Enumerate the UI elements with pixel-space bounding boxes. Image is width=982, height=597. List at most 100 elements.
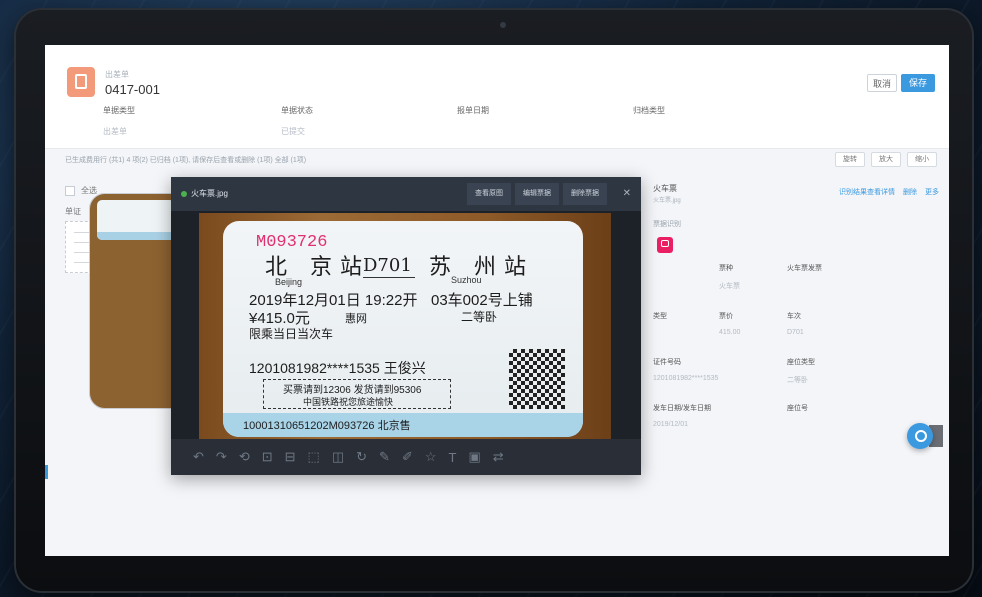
ticket-bottom-code: 10001310651202M093726 北京售: [243, 420, 411, 432]
frame-icon[interactable]: ▣: [468, 449, 480, 465]
rotate-button[interactable]: 旋转: [835, 152, 865, 167]
meta-key: 单据类型: [103, 106, 135, 115]
attachment-list: 全选 单证: [65, 185, 449, 409]
viewer-titlebar: 火车票.jpg 查看原图 编辑票据 删除票据 ✕: [171, 177, 641, 211]
ticket-limit: 限乘当日当次车: [249, 327, 334, 341]
field-key: 座位类型: [787, 359, 815, 366]
view-original-button[interactable]: 查看原图: [467, 183, 511, 205]
field-value: 火车票: [719, 283, 740, 290]
section-label: 票据识别: [653, 221, 681, 228]
search-fab-icon[interactable]: [907, 423, 933, 449]
field-value: 1201081982****1535: [653, 375, 719, 382]
panel-subtitle: 火车票.jpg: [653, 198, 681, 204]
field-key: 座位号: [787, 405, 808, 412]
train-icon: [657, 237, 673, 253]
cancel-button[interactable]: 取消: [867, 74, 897, 92]
ticket-qr-code-icon: [509, 349, 565, 409]
field-key: 车次: [787, 313, 801, 320]
panel-actions: 识别结果查看详情 删除 更多: [839, 187, 939, 197]
split-icon[interactable]: ◫: [332, 449, 344, 465]
close-icon[interactable]: ✕: [623, 188, 631, 199]
text-icon[interactable]: T: [449, 450, 457, 465]
viewer-actions: 查看原图 编辑票据 删除票据: [467, 183, 607, 205]
delete-link[interactable]: 删除: [903, 187, 917, 197]
crop-icon[interactable]: ⊟: [285, 449, 296, 465]
ticket-train-number: D701: [363, 255, 412, 276]
pen-icon[interactable]: ✎: [379, 449, 390, 465]
field-key: 火车票发票: [787, 265, 822, 272]
field-seat-number: 座位号: [787, 403, 808, 413]
meta-value: 出差单: [103, 127, 127, 136]
field-value: 2019/12/01: [653, 421, 689, 428]
field-invoice-type: 火车票发票: [787, 263, 822, 273]
viewer-filename: 火车票.jpg: [191, 189, 228, 198]
field-value: 二等卧: [787, 377, 808, 384]
field-seat-type: 座位类型 二等卧: [787, 357, 815, 385]
swap-icon[interactable]: ⇄: [493, 449, 504, 465]
checkbox-icon: [65, 185, 75, 196]
meta-date: 报单日期: [457, 105, 489, 126]
ticket-passenger-id: 1201081982****1535 王俊兴: [249, 360, 426, 376]
ticket-notice-line2: 中国铁路祝您旅途愉快: [303, 397, 394, 407]
ticket-seat: 03车002号上铺: [431, 292, 533, 309]
document-icon: [67, 67, 95, 97]
more-link[interactable]: 更多: [925, 187, 939, 197]
reset-icon[interactable]: ⟲: [239, 449, 250, 465]
select-icon[interactable]: ⬚: [308, 449, 320, 465]
ticket-band: [97, 232, 175, 240]
status-tip: 已生成费用行 (共1) 4 项(2) 已归档 (1项), 请保存后查看或删除 (…: [65, 157, 307, 164]
meta-status: 单据状态 已提交: [281, 105, 313, 137]
document-type: 出差单: [105, 70, 129, 79]
view-detail-link[interactable]: 识别结果查看详情: [839, 187, 895, 197]
ticket-photo: M093726 北 京站 Beijing D701 苏 州站 Suzhou 20…: [199, 213, 611, 439]
field-category: 类型: [653, 311, 667, 321]
meta-key: 报单日期: [457, 106, 489, 115]
field-price: 票价 415.00: [719, 311, 740, 336]
ticket-notice-line1: 买票请到12306 发货请到95306: [283, 385, 422, 396]
select-all-label: 全选: [81, 186, 97, 195]
view-tools: 旋转 放大 缩小: [835, 152, 937, 167]
save-button[interactable]: 保存: [901, 74, 935, 92]
meta-archive-type: 归档类型: [633, 105, 665, 126]
field-key: 类型: [653, 313, 667, 320]
ticket-mark: 惠网: [345, 313, 367, 325]
ticket-to-en: Suzhou: [451, 275, 482, 285]
zoom-out-button[interactable]: 缩小: [907, 152, 937, 167]
field-value: 415.00: [719, 329, 741, 336]
train-ticket: M093726 北 京站 Beijing D701 苏 州站 Suzhou 20…: [223, 221, 583, 437]
fit-icon[interactable]: ⊡: [262, 449, 273, 465]
ticket-class: 二等卧: [461, 310, 498, 324]
redo-icon[interactable]: ↷: [216, 449, 227, 465]
field-train: 车次 D701: [787, 311, 804, 336]
edit-ticket-button[interactable]: 编辑票据: [515, 183, 559, 205]
camera-icon: [500, 22, 506, 28]
document-number: 0417-001: [105, 82, 160, 97]
field-ticket-type: 票种 火车票: [719, 263, 740, 291]
star-icon[interactable]: ☆: [425, 449, 437, 465]
left-edge-indicator: [45, 465, 48, 479]
viewer-toolbar: ↶ ↷ ⟲ ⊡ ⊟ ⬚ ◫ ↻ ✎ ✐ ☆ T ▣ ⇄: [171, 439, 641, 475]
field-key: 发车日期/发车日期: [653, 405, 711, 412]
ticket-from-en: Beijing: [275, 277, 303, 287]
marker-icon[interactable]: ✐: [402, 449, 413, 465]
delete-ticket-button[interactable]: 删除票据: [563, 183, 607, 205]
document-header: 出差单 0417-001 取消 保存 单据类型 出差单 单据状态 已提交 报单日…: [45, 45, 949, 149]
app-screen: ▲ 出差单 0417-001 取消 保存 单据类型 出差单 单据状态 已提交 报…: [45, 45, 949, 556]
field-key: 票价: [719, 313, 733, 320]
train-underline: [363, 277, 415, 278]
field-key: 票种: [719, 265, 733, 272]
field-id-number: 证件号码 1201081982****1535: [653, 357, 718, 382]
zoom-in-button[interactable]: 放大: [871, 152, 901, 167]
panel-title: 火车票: [653, 184, 677, 193]
image-viewer: 火车票.jpg 查看原图 编辑票据 删除票据 ✕ M093726 北 京站 Be…: [171, 177, 641, 475]
rotate-icon[interactable]: ↻: [356, 449, 367, 465]
undo-icon[interactable]: ↶: [193, 449, 204, 465]
field-departure-date: 发车日期/发车日期 2019/12/01: [653, 403, 711, 428]
field-key: 证件号码: [653, 359, 681, 366]
status-dot-icon: [181, 191, 187, 197]
meta-key: 归档类型: [633, 106, 665, 115]
recognition-panel: 火车票 火车票.jpg 识别结果查看详情 删除 更多 票据识别 票种 火车票 火…: [649, 177, 939, 477]
meta-document-type: 单据类型 出差单: [103, 105, 135, 137]
meta-key: 单据状态: [281, 106, 313, 115]
meta-value: 已提交: [281, 127, 305, 136]
